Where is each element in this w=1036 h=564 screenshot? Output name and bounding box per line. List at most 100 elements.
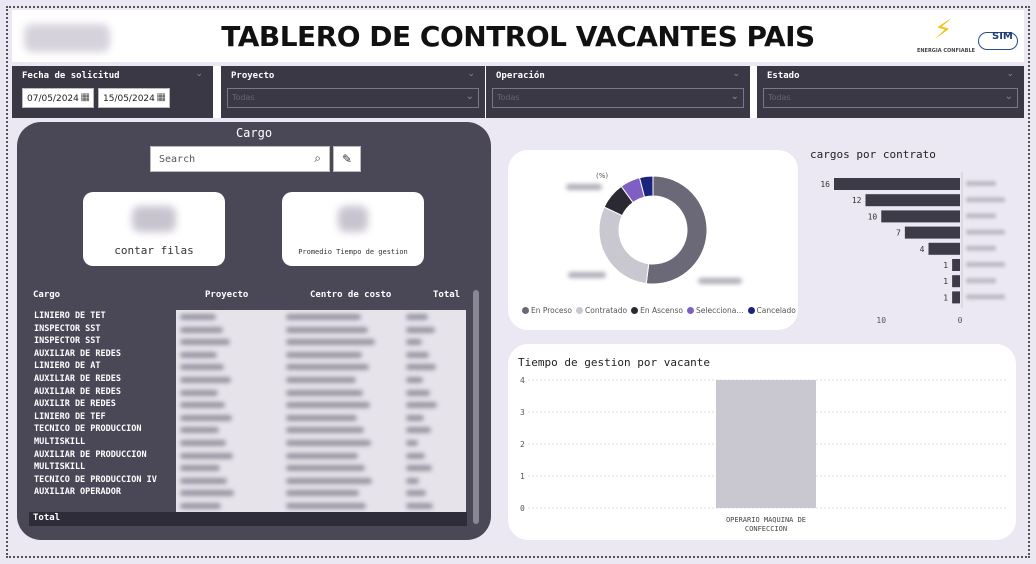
cargo-title: Cargo <box>235 126 273 140</box>
x-tick-label: 10 <box>876 316 886 325</box>
cargos-contrato-title: cargos por contrato <box>810 148 936 161</box>
blurred-category-label <box>966 262 1005 267</box>
tiempo-gestion-chart: 4 3 2 1 0 OPERARIO MAQUINA DECONFECCION <box>520 376 1006 533</box>
blurred-cell <box>286 477 372 484</box>
eraser-icon[interactable]: ✎ <box>333 146 361 172</box>
bar <box>928 242 960 255</box>
blurred-cell <box>406 339 422 346</box>
blurred-cell <box>180 377 231 383</box>
table-row[interactable]: AUXILIAR DE REDES <box>34 348 184 361</box>
filter-fecha: Fecha de solicitud ⌄ 07/05/2024 ▦ 15/05/… <box>12 66 213 118</box>
estado-value: Todas <box>768 93 791 102</box>
filter-fecha-label: Fecha de solicitud <box>22 71 120 81</box>
table-row[interactable]: INSPECTOR SST <box>34 335 184 348</box>
table-row[interactable]: AUXILIAR DE REDES <box>34 386 184 399</box>
blurred-cell <box>406 389 430 396</box>
table-row[interactable]: AUXILIAR OPERADOR <box>34 486 184 499</box>
estado-donut-card: (%) En Proceso Contratado En Ascenso Selecc… <box>508 150 798 330</box>
blurred-cell <box>406 414 424 421</box>
x-category-label: CONFECCION <box>745 525 787 533</box>
blurred-cell <box>286 364 369 371</box>
calendar-icon[interactable]: ▦ <box>157 92 166 103</box>
table-scrollbar[interactable] <box>473 290 479 524</box>
blurred-cell <box>180 339 230 346</box>
search-input[interactable]: Search ⌕ <box>150 146 330 172</box>
legend-label[interactable]: En Proceso <box>531 306 572 315</box>
bar <box>865 194 960 207</box>
bar <box>952 275 960 288</box>
tiempo-gestion-card: Tiempo de gestion por vacante 4 3 2 1 0 OPERA… <box>508 344 1016 540</box>
energy-logo-caption: ENERGIA CONFIABLE <box>916 48 976 54</box>
chevron-down-icon[interactable]: ⌄ <box>1006 69 1014 79</box>
bar-value-label: 10 <box>868 212 878 221</box>
table-row[interactable]: AUXILIR DE REDES <box>34 398 184 411</box>
search-icon[interactable]: ⌕ <box>314 151 321 166</box>
legend-label[interactable]: En Ascenso <box>640 306 683 315</box>
blurred-cell <box>286 503 366 509</box>
filter-proyecto-label: Proyecto <box>231 71 275 81</box>
blurred-cell <box>406 364 436 371</box>
bar-value-label: 7 <box>896 229 901 238</box>
bar-value-label: 16 <box>820 180 830 189</box>
legend-dot <box>576 307 584 314</box>
blurred-cell <box>180 414 232 421</box>
blurred-cell <box>406 503 433 509</box>
col-header-total[interactable]: Total <box>433 290 460 300</box>
col-header-proyecto[interactable]: Proyecto <box>205 290 248 300</box>
table-row[interactable]: TECNICO DE PRODUCCION MULTISKILL <box>34 423 184 448</box>
blurred-cell <box>286 402 370 409</box>
chevron-down-icon[interactable]: ⌄ <box>467 69 475 79</box>
blurred-cell <box>180 326 223 333</box>
donut-chart <box>598 175 708 285</box>
table-row[interactable]: INSPECTOR SST <box>34 323 184 336</box>
chevron-down-icon[interactable]: ⌄ <box>195 69 203 79</box>
chevron-down-icon[interactable]: ⌄ <box>732 69 740 79</box>
bar <box>952 291 960 304</box>
table-row[interactable]: LINIERO DE TEF <box>34 411 184 424</box>
col-header-cargo[interactable]: Cargo <box>33 290 60 300</box>
date-end-input[interactable]: 15/05/2024 ▦ <box>98 88 170 108</box>
bar-value-label: 1 <box>943 277 948 286</box>
donut-legend: En Proceso Contratado En Ascenso Selecciona… <box>518 306 796 315</box>
search-placeholder: Search <box>159 154 196 165</box>
bar-value-label: 1 <box>943 293 948 302</box>
table-row[interactable]: AUXILIAR DE PRODUCCION MULTISKILL <box>34 449 184 474</box>
date-end-value: 15/05/2024 <box>103 94 155 104</box>
lightning-icon: ⚡ <box>934 15 953 45</box>
date-start-input[interactable]: 07/05/2024 ▦ <box>22 88 94 108</box>
table-rows: LINIERO DE TET INSPECTOR SST INSPECTOR SST… <box>34 310 184 499</box>
blurred-cell <box>406 465 432 472</box>
table-row[interactable]: TECNICO DE PRODUCCION IV <box>34 474 184 487</box>
legend-dot <box>522 307 529 314</box>
blurred-cell <box>286 326 368 333</box>
x-category-label: OPERARIO MAQUINA DE <box>726 516 806 524</box>
operacion-dropdown[interactable]: Todas ⌄ <box>492 88 744 108</box>
legend-label[interactable]: Selecciona... <box>696 306 744 315</box>
card-promedio: Promedio Tiempo de gestion <box>282 192 424 266</box>
legend-label[interactable]: Contratado <box>585 306 627 315</box>
bar-value-label: 12 <box>852 196 862 205</box>
bar <box>952 259 960 271</box>
bar <box>881 210 960 223</box>
y-tick-label: 3 <box>520 408 525 417</box>
legend-dot <box>747 307 755 314</box>
table-row[interactable]: LINIERO DE AT <box>34 360 184 373</box>
blurred-cell <box>286 389 363 396</box>
proyecto-dropdown[interactable]: Todas ⌄ <box>227 88 479 108</box>
blurred-cell <box>286 339 375 346</box>
legend-label[interactable]: Cancelado <box>757 306 796 315</box>
donut-label-blurred <box>698 278 742 284</box>
blurred-cell <box>286 351 362 358</box>
calendar-icon[interactable]: ▦ <box>81 92 90 103</box>
blurred-cell <box>406 440 418 446</box>
cargos-contrato-chart: 16 12 10 7 4 1 1 1 10 0 <box>820 172 1005 325</box>
col-header-centro[interactable]: Centro de costo <box>310 290 391 300</box>
blurred-category-label <box>966 213 996 219</box>
blurred-cell <box>286 427 364 434</box>
y-tick-label: 1 <box>520 472 525 481</box>
total-label: Total <box>33 513 61 523</box>
table-row[interactable]: LINIERO DE TET <box>34 310 184 323</box>
estado-dropdown[interactable]: Todas ⌄ <box>763 88 1018 108</box>
filter-estado-label: Estado <box>767 71 800 81</box>
table-row[interactable]: AUXILIAR DE REDES <box>34 373 184 386</box>
